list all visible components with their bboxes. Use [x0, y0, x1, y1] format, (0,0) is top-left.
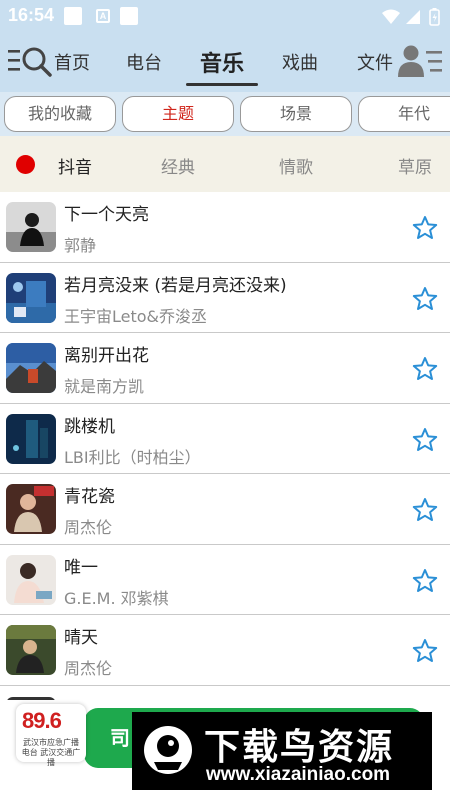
category-classic[interactable]: 经典 — [161, 153, 195, 178]
subtab-era[interactable]: 年代 — [358, 96, 450, 132]
album-cover-image — [6, 413, 56, 464]
album-cover-image — [6, 343, 56, 393]
song-row[interactable]: 离别开出花 就是南方凯 — [0, 333, 450, 404]
album-cover-image — [6, 484, 56, 534]
logo-frequency: 89.6 — [22, 708, 62, 733]
watermark-url: www.xiazainiao.com — [206, 764, 391, 785]
player-button-label: 司 — [110, 726, 130, 750]
menu-search-icon[interactable] — [6, 44, 54, 80]
station-logo[interactable]: 89.6 武汉市应急广播电台 武汉交通广播 — [16, 704, 86, 767]
star-outline-icon[interactable] — [412, 568, 438, 594]
category-douyin[interactable]: 抖音 — [58, 153, 92, 178]
wifi-icon — [382, 9, 400, 24]
notification-a-icon: A — [96, 9, 110, 23]
status-icons — [382, 8, 440, 26]
song-row[interactable]: 青花瓷 周杰伦 — [0, 474, 450, 545]
song-row[interactable]: 跳楼机 LBI利比（时柏尘） — [0, 403, 450, 474]
song-title: 唯一 — [64, 557, 98, 578]
album-cover-image — [6, 272, 56, 323]
notification-square-icon-2 — [120, 7, 138, 25]
watermark-title: 下载鸟资源 — [204, 727, 395, 768]
tab-radio[interactable]: 电台 — [126, 49, 162, 75]
album-cover-image — [6, 554, 56, 605]
user-menu-icon[interactable] — [398, 43, 444, 81]
category-love-songs[interactable]: 情歌 — [279, 153, 313, 178]
sub-tab-bar: 我的收藏 主题 场景 年代 — [0, 92, 450, 136]
song-artist: 周杰伦 — [64, 518, 113, 537]
music-app-screen: 16:54 A 首页 电台 音乐 戏曲 文件 我的收藏 主题 场景 年代 抖音 … — [0, 0, 450, 800]
album-cover-image — [6, 202, 56, 252]
active-category-dot — [16, 155, 35, 174]
song-artist: 周杰伦 — [64, 659, 113, 678]
subtab-favorites[interactable]: 我的收藏 — [4, 96, 116, 132]
song-title: 下一个天亮 — [64, 205, 149, 225]
song-artist: LBI利比（时柏尘） — [64, 447, 201, 467]
tab-files[interactable]: 文件 — [357, 49, 393, 75]
top-navigation: 首页 电台 音乐 戏曲 文件 — [0, 34, 450, 92]
notification-square-icon — [64, 7, 82, 25]
song-row[interactable]: 唯一 G.E.M. 邓紫棋 — [0, 544, 450, 615]
song-title: 晴天 — [64, 628, 98, 648]
subtab-scene[interactable]: 场景 — [240, 96, 352, 132]
song-artist: 郭静 — [64, 236, 97, 255]
song-title: 若月亮没来 (若是月亮还没来) — [64, 275, 287, 296]
song-artist: G.E.M. 邓紫棋 — [64, 588, 169, 608]
star-outline-icon[interactable] — [412, 356, 438, 382]
status-time: 16:54 — [8, 5, 55, 25]
song-title: 离别开出花 — [64, 346, 149, 366]
star-outline-icon[interactable] — [412, 638, 438, 664]
tab-music[interactable]: 音乐 — [200, 46, 244, 78]
category-bar: 抖音 经典 情歌 草原 — [0, 136, 450, 192]
battery-icon — [429, 8, 440, 26]
star-outline-icon[interactable] — [412, 427, 438, 453]
song-row[interactable]: 晴天 周杰伦 — [0, 615, 450, 686]
star-outline-icon[interactable] — [412, 497, 438, 523]
album-cover-image — [6, 625, 56, 675]
logo-caption: 武汉市应急广播电台 武汉交通广播 — [21, 738, 81, 767]
watermark-banner: 下载鸟资源 www.xiazainiao.com — [132, 712, 432, 790]
star-outline-icon[interactable] — [412, 286, 438, 312]
signal-icon — [406, 10, 420, 24]
song-row[interactable]: 若月亮没来 (若是月亮还没来) 王宇宙Leto&乔浚丞 — [0, 262, 450, 333]
status-bar: 16:54 A — [0, 0, 450, 34]
star-outline-icon[interactable] — [412, 215, 438, 241]
tab-home[interactable]: 首页 — [54, 49, 90, 75]
song-title: 跳楼机 — [64, 416, 115, 437]
song-list: 下一个天亮 郭静 若月亮没来 (若是月亮还没来) 王宇宙Leto&乔浚丞 离别开… — [0, 192, 450, 686]
song-row[interactable]: 下一个天亮 郭静 — [0, 192, 450, 263]
tab-opera[interactable]: 戏曲 — [282, 49, 318, 75]
category-grassland[interactable]: 草原 — [398, 153, 432, 178]
bird-logo-icon — [144, 726, 192, 774]
song-title: 青花瓷 — [64, 487, 115, 507]
song-artist: 就是南方凯 — [64, 377, 145, 396]
active-tab-indicator — [186, 83, 258, 86]
song-artist: 王宇宙Leto&乔浚丞 — [64, 306, 208, 326]
subtab-theme[interactable]: 主题 — [122, 96, 234, 132]
